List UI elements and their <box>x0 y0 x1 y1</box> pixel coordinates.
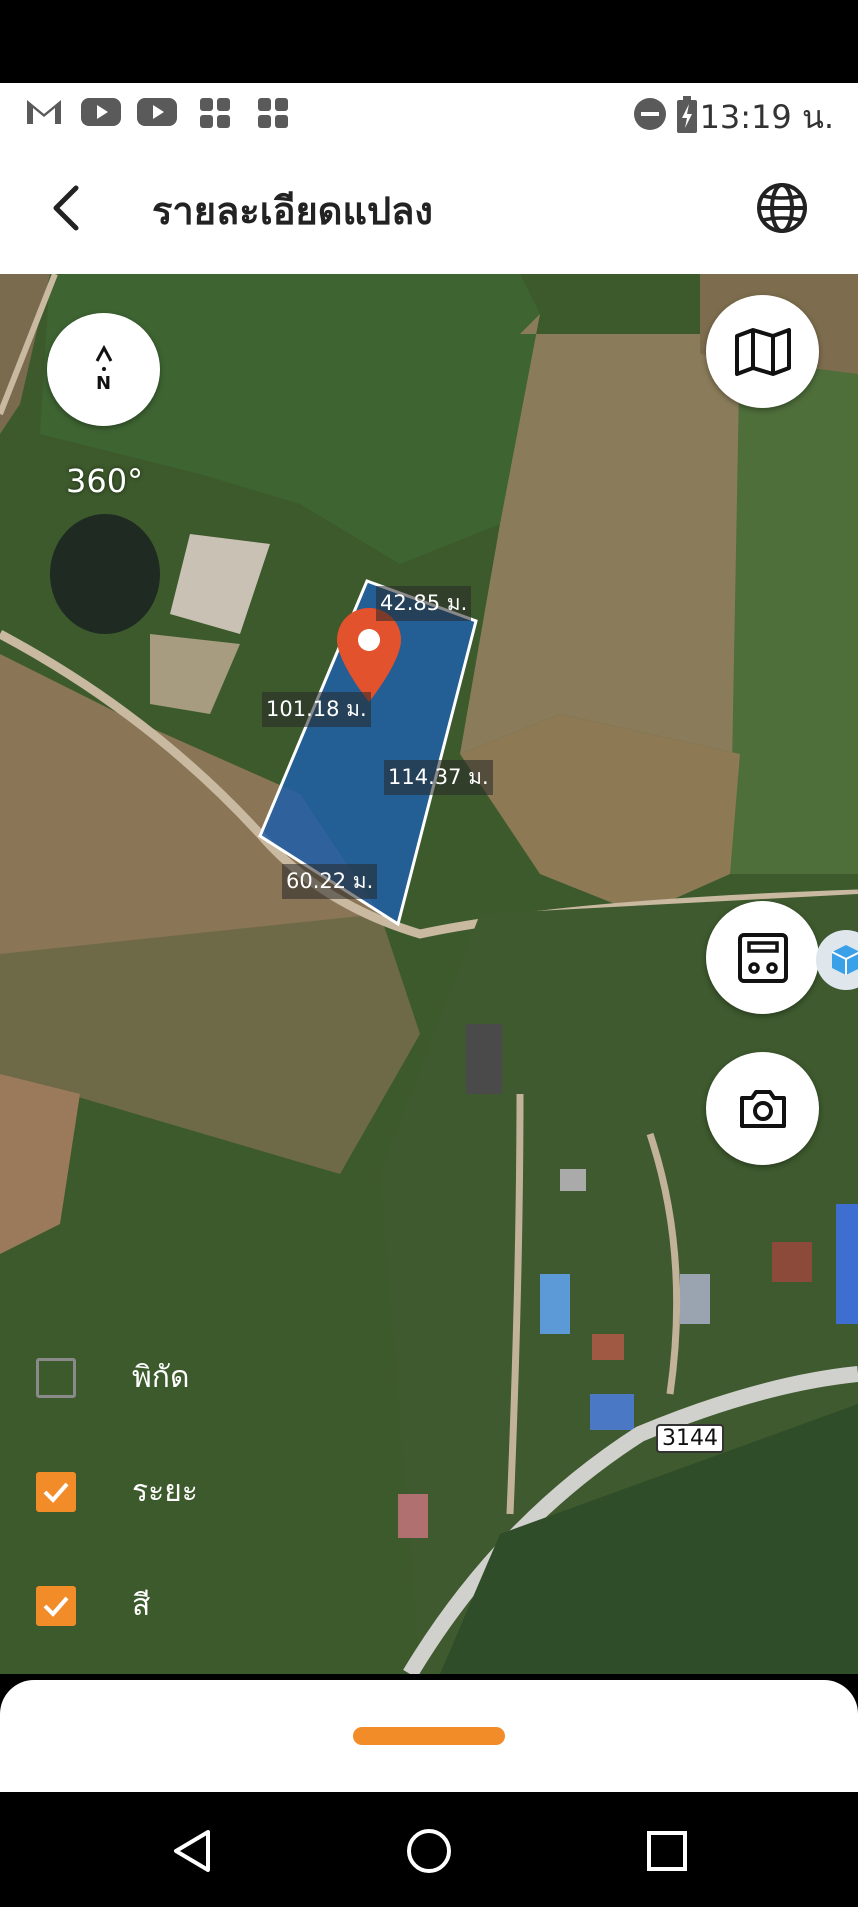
check-icon <box>43 1596 69 1617</box>
youtube-icon <box>137 98 177 126</box>
layer-toggle-coordinates[interactable]: พิกัด <box>36 1354 189 1401</box>
dimension-bottom: 60.22 ม. <box>282 864 378 899</box>
top-bezel <box>0 0 858 83</box>
checkbox-distance[interactable] <box>36 1471 76 1512</box>
nav-home-icon[interactable] <box>406 1828 452 1874</box>
compass-button[interactable]: N <box>47 313 160 426</box>
camera-icon <box>739 1089 786 1128</box>
map-type-button[interactable] <box>706 295 819 408</box>
checkbox-color[interactable] <box>36 1585 76 1626</box>
cube-icon <box>831 945 858 975</box>
layer-label-distance: ระยะ <box>132 1474 198 1509</box>
dimension-top: 42.85 ม. <box>376 586 472 621</box>
compass-angle: 360° <box>66 462 144 500</box>
calculator-icon <box>737 932 788 983</box>
layer-toggle-color[interactable]: สี <box>36 1582 150 1629</box>
do-not-disturb-icon <box>634 98 666 130</box>
layer-label-coordinates: พิกัด <box>132 1360 190 1395</box>
battery-charging-icon <box>677 96 697 133</box>
globe-icon[interactable] <box>754 180 810 236</box>
road-number-label: 3144 <box>656 1424 724 1453</box>
layer-label-color: สี <box>132 1588 151 1623</box>
app-grid-icon <box>200 98 230 128</box>
nav-back-icon[interactable] <box>170 1828 212 1874</box>
map-layers-icon <box>734 327 791 376</box>
nav-recents-icon[interactable] <box>646 1830 688 1872</box>
layer-toggle-distance[interactable]: ระยะ <box>36 1468 198 1515</box>
checkbox-coordinates[interactable] <box>36 1357 76 1398</box>
dimension-left: 101.18 ม. <box>262 692 371 727</box>
status-time: 13:19 น. <box>699 98 834 136</box>
check-icon <box>43 1482 69 1503</box>
bottom-sheet-handle[interactable] <box>353 1727 505 1745</box>
calculator-button[interactable] <box>706 901 819 1014</box>
dimension-right: 114.37 ม. <box>384 760 493 795</box>
camera-button[interactable] <box>706 1052 819 1165</box>
page-title: รายละเอียดแปลง <box>152 189 433 233</box>
back-button[interactable] <box>38 178 98 238</box>
compass-dot <box>101 367 106 371</box>
gmail-icon <box>27 100 61 124</box>
app-grid-icon <box>258 98 288 128</box>
compass-north-label: N <box>95 373 112 394</box>
north-arrow-icon <box>95 345 112 362</box>
youtube-icon <box>81 98 121 126</box>
